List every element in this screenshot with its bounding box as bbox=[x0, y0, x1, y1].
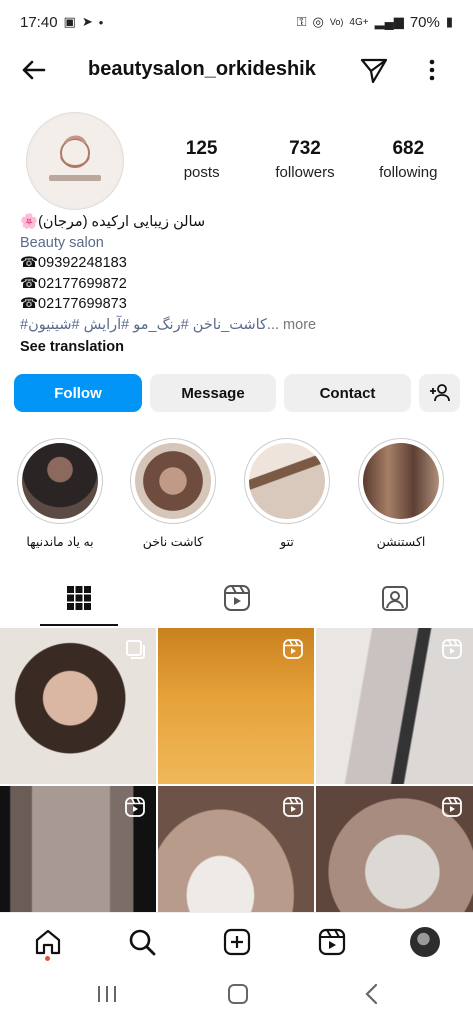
reel-badge-icon bbox=[283, 797, 303, 817]
grid-post[interactable] bbox=[158, 786, 314, 912]
bio-tags[interactable]: #کاشت_ناخن #رنگ_مو #آرایش #شینیون... bbox=[20, 317, 279, 333]
signal-icon: ▂▄▆ bbox=[374, 14, 404, 29]
posts-label: posts bbox=[183, 164, 220, 181]
highlight-cover bbox=[249, 443, 325, 519]
profile-avatar[interactable] bbox=[26, 112, 124, 210]
gallery-icon: ▣ bbox=[63, 14, 76, 29]
followers-count: 732 bbox=[289, 138, 321, 159]
send-icon bbox=[360, 58, 388, 84]
highlight-memories[interactable]: به یاد ماندنیها bbox=[15, 438, 105, 549]
back-arrow-icon bbox=[22, 60, 46, 80]
bio-phone-3[interactable]: ☎02177699873 bbox=[20, 294, 460, 315]
reel-badge-icon bbox=[125, 797, 145, 817]
nav-reels[interactable] bbox=[317, 927, 347, 957]
options-button[interactable] bbox=[420, 56, 444, 84]
back-button[interactable] bbox=[18, 54, 50, 86]
reels-icon bbox=[318, 928, 346, 956]
grid-post[interactable] bbox=[316, 786, 473, 912]
posts-grid bbox=[0, 628, 473, 912]
system-navigation-bar bbox=[0, 970, 473, 1024]
nav-profile-avatar[interactable] bbox=[410, 927, 440, 957]
profile-username: beautysalon_orkideshik bbox=[88, 58, 316, 80]
highlight-extensions[interactable]: اکستنشن bbox=[356, 438, 446, 549]
reels-icon bbox=[224, 585, 250, 611]
more-vertical-icon bbox=[429, 59, 435, 81]
telegram-icon: ➤ bbox=[81, 14, 93, 29]
story-highlights: به یاد ماندنیها کاشت ناخن تتو اکستنشن bbox=[0, 438, 473, 558]
posts-stat[interactable]: 125 posts bbox=[154, 138, 249, 181]
back-system-icon[interactable] bbox=[362, 982, 382, 1006]
highlight-cover bbox=[22, 443, 98, 519]
bottom-navigation bbox=[0, 912, 473, 971]
reel-badge-icon bbox=[442, 639, 462, 659]
bio-category[interactable]: Beauty salon bbox=[20, 233, 460, 254]
highlight-label: کاشت ناخن bbox=[142, 535, 204, 549]
grid-icon bbox=[67, 586, 91, 610]
notification-dot-icon: • bbox=[98, 14, 104, 30]
home-system-icon[interactable] bbox=[226, 982, 250, 1006]
tagged-person-icon bbox=[382, 586, 408, 611]
bio-tags-line: #کاشت_ناخن #رنگ_مو #آرایش #شینیون... mor… bbox=[20, 315, 460, 336]
following-stat[interactable]: 682 following bbox=[361, 138, 456, 181]
following-count: 682 bbox=[392, 138, 425, 159]
grid-post[interactable] bbox=[0, 628, 156, 784]
profile-bio: 🌸سالن زیبایی ارکیده (مرجان) Beauty salon… bbox=[20, 212, 460, 358]
nav-search[interactable] bbox=[127, 927, 157, 957]
bio-phone-2[interactable]: ☎02177699872 bbox=[20, 274, 460, 295]
grid-post[interactable] bbox=[316, 628, 473, 784]
profile-header: beautysalon_orkideshik bbox=[0, 44, 473, 96]
notification-dot bbox=[45, 956, 50, 961]
highlight-label: به یاد ماندنیها bbox=[26, 535, 94, 549]
reel-badge-icon bbox=[442, 797, 462, 817]
battery-percent: 70% bbox=[409, 13, 440, 31]
profile-actions: Follow Message Contact bbox=[14, 374, 460, 412]
profile-stats: 125 posts 732 followers 682 following bbox=[150, 138, 460, 181]
network-label: 4G+ bbox=[349, 16, 369, 28]
hotspot-icon: ◎ bbox=[312, 14, 324, 29]
reel-badge-icon bbox=[283, 639, 303, 659]
profile-tabs bbox=[0, 570, 473, 626]
nav-create[interactable] bbox=[222, 927, 252, 957]
status-time: 17:40 bbox=[20, 13, 58, 31]
add-person-icon bbox=[429, 384, 450, 402]
active-tab-indicator bbox=[40, 624, 118, 626]
add-post-icon bbox=[223, 928, 251, 956]
highlight-nails[interactable]: کاشت ناخن bbox=[128, 438, 218, 549]
salon-logo-icon bbox=[29, 115, 121, 207]
battery-icon: ▮ bbox=[445, 14, 453, 29]
tab-reels[interactable] bbox=[158, 570, 316, 626]
highlight-cover bbox=[363, 443, 439, 519]
tab-posts-grid[interactable] bbox=[0, 570, 158, 626]
share-button[interactable] bbox=[358, 54, 390, 86]
tab-tagged[interactable] bbox=[316, 570, 473, 626]
status-bar: 17:40 ▣ ➤ • ⚿ ◎ Vo) 4G+ ▂▄▆ 70% ▮ bbox=[0, 0, 473, 44]
highlight-tattoo[interactable]: تتو bbox=[242, 438, 332, 549]
posts-count: 125 bbox=[185, 138, 218, 159]
message-button[interactable]: Message bbox=[150, 374, 276, 412]
contact-button[interactable]: Contact bbox=[284, 374, 411, 412]
follow-button[interactable]: Follow bbox=[14, 374, 142, 412]
bio-phone-1[interactable]: ☎09392248183 bbox=[20, 253, 460, 274]
nav-home[interactable] bbox=[33, 927, 63, 957]
following-label: following bbox=[379, 164, 438, 181]
highlight-cover bbox=[135, 443, 211, 519]
see-translation-link[interactable]: See translation bbox=[20, 337, 460, 358]
recent-apps-icon[interactable] bbox=[96, 984, 118, 1004]
grid-post[interactable] bbox=[0, 786, 156, 912]
bio-name: 🌸سالن زیبایی ارکیده (مرجان) bbox=[20, 214, 206, 230]
volte-icon: Vo) bbox=[329, 17, 344, 27]
carousel-icon bbox=[126, 640, 145, 659]
followers-stat[interactable]: 732 followers bbox=[257, 138, 352, 181]
search-icon bbox=[129, 929, 156, 956]
highlight-label: تتو bbox=[280, 535, 294, 549]
key-icon: ⚿ bbox=[296, 14, 307, 29]
bio-more-link[interactable]: more bbox=[283, 317, 316, 333]
suggested-users-button[interactable] bbox=[419, 374, 460, 412]
followers-label: followers bbox=[275, 164, 335, 181]
grid-post[interactable] bbox=[158, 628, 314, 784]
highlight-label: اکستنشن bbox=[376, 535, 426, 549]
home-icon bbox=[35, 929, 61, 955]
